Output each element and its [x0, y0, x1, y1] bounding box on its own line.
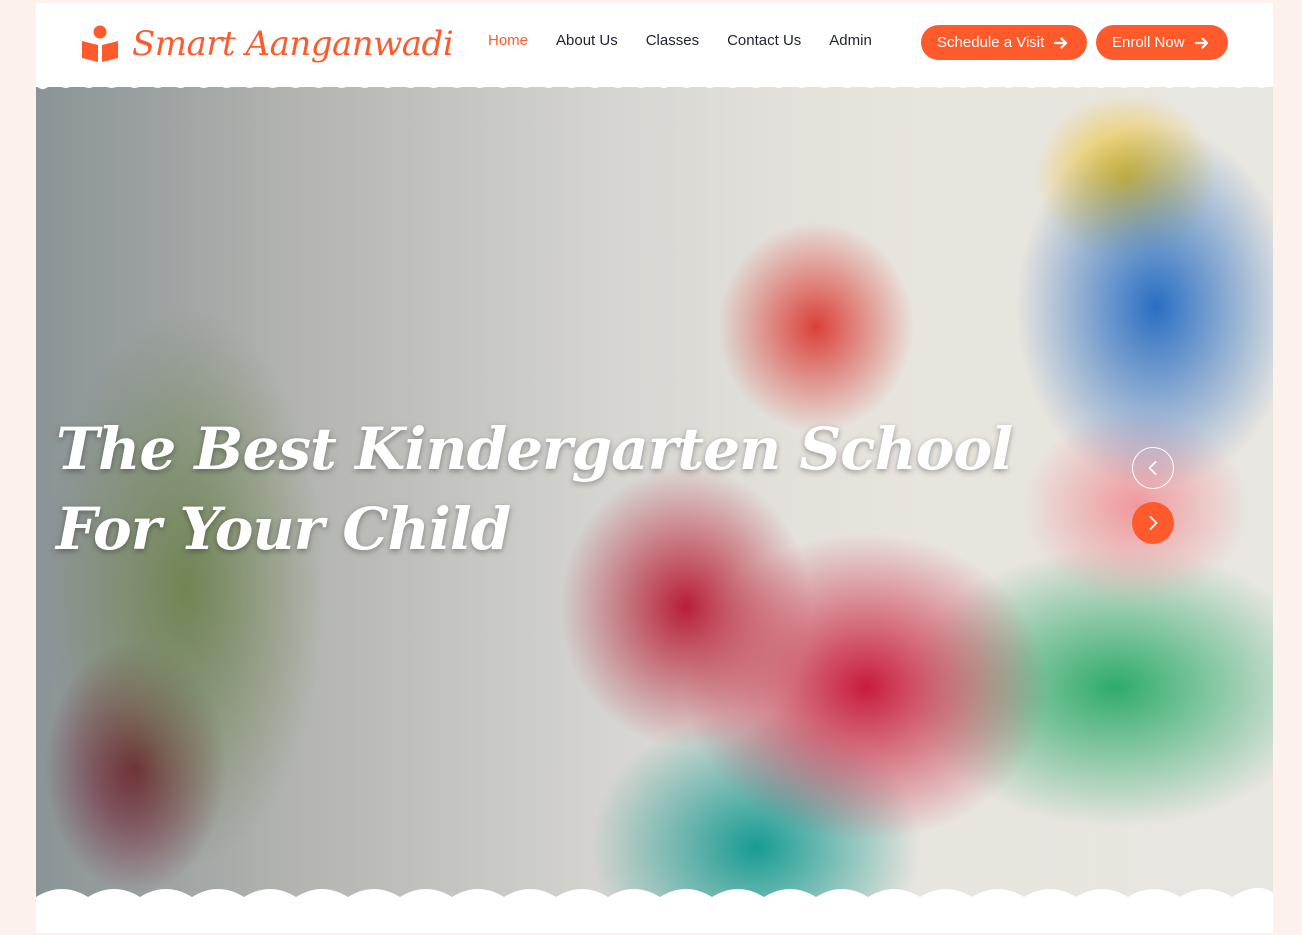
brand-logo[interactable]: Smart Aanganwadi: [80, 19, 454, 69]
navbar: Smart Aanganwadi Home About Us Classes C…: [36, 3, 1273, 83]
enroll-now-label: Enroll Now: [1112, 34, 1185, 51]
brand-name: Smart Aanganwadi: [132, 24, 454, 64]
hero-slider: The Best Kindergarten School For Your Ch…: [36, 87, 1273, 907]
schedule-visit-label: Schedule a Visit: [937, 34, 1045, 51]
book-reader-icon: [82, 25, 118, 62]
arrow-right-icon: [1054, 36, 1068, 49]
scallop-divider-bottom: [36, 887, 1273, 913]
nav-about-us[interactable]: About Us: [556, 32, 618, 49]
nav-classes[interactable]: Classes: [646, 32, 699, 49]
enroll-now-button[interactable]: Enroll Now: [1096, 25, 1228, 60]
carousel-next-button[interactable]: [1132, 502, 1174, 544]
scallop-divider-top: [36, 73, 1273, 90]
nav-admin[interactable]: Admin: [829, 32, 872, 49]
chevron-right-icon: [1149, 516, 1158, 530]
carousel-prev-button[interactable]: [1132, 447, 1174, 489]
main-nav: Home About Us Classes Contact Us Admin: [488, 32, 900, 49]
page: Smart Aanganwadi Home About Us Classes C…: [36, 3, 1273, 933]
chevron-left-icon: [1148, 461, 1157, 475]
nav-home[interactable]: Home: [488, 32, 528, 49]
schedule-visit-button[interactable]: Schedule a Visit: [921, 25, 1087, 60]
hero-title-line-2: For Your Child: [56, 495, 511, 563]
hero-title: The Best Kindergarten School For Your Ch…: [56, 409, 1013, 569]
hero-title-line-1: The Best Kindergarten School: [56, 415, 1013, 483]
arrow-right-icon: [1194, 36, 1208, 49]
nav-contact-us[interactable]: Contact Us: [727, 32, 801, 49]
